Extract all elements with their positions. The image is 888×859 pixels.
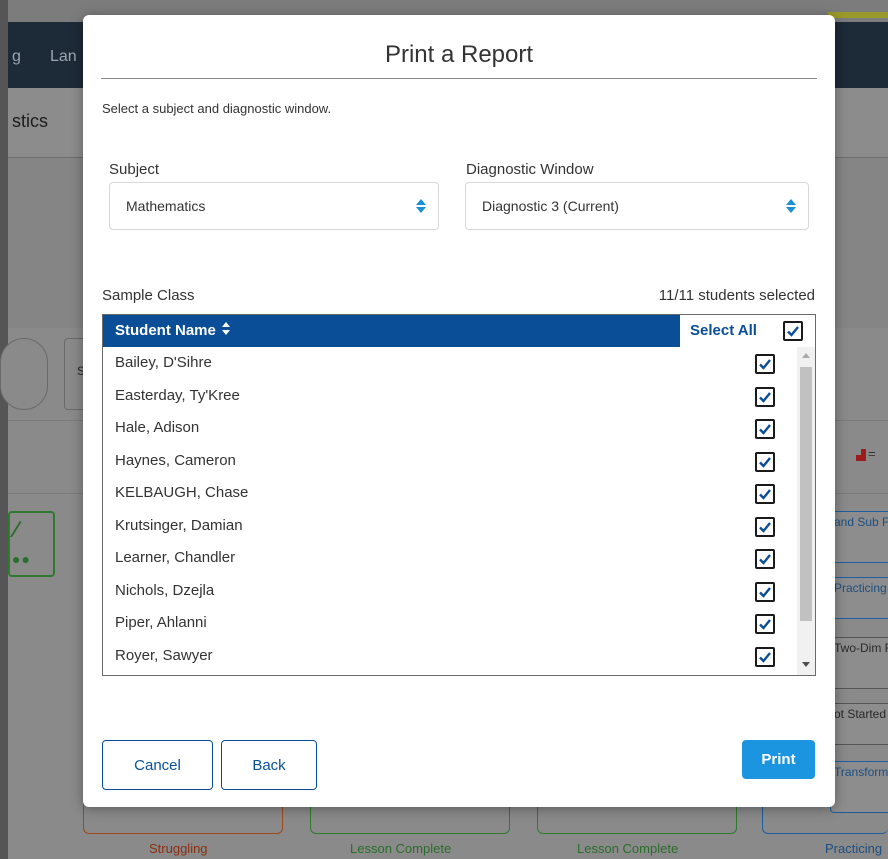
dialog-instructions: Select a subject and diagnostic window. [102,101,332,116]
checkmark-icon [759,359,771,370]
student-name-header-label: Student Name [115,322,216,339]
background-section-title: stics [12,111,48,131]
legend-equals: = [868,446,876,461]
student-row[interactable]: Haynes, Cameron [103,445,815,478]
subject-select-value: Mathematics [126,198,206,214]
student-name: Piper, Ahlanni [115,614,207,631]
student-name: Royer, Sawyer [115,646,213,664]
student-checkbox[interactable] [755,646,775,667]
student-checkbox[interactable] [755,581,775,602]
title-divider [101,78,817,79]
scroll-up-icon[interactable] [802,353,810,358]
student-checkbox[interactable] [755,516,775,537]
background-card: and Sub Facts [830,511,888,563]
student-row[interactable]: Royer, Sawyer [103,640,815,673]
background-search-pill [0,338,48,410]
background-status-label: Lesson Complete [350,841,452,856]
student-checkbox[interactable] [755,549,775,569]
select-all-label: Select All [690,322,757,339]
student-table-header: Student Name Select All [103,315,815,347]
student-checkbox[interactable] [755,354,775,374]
background-nav-item: g [12,48,21,65]
student-row[interactable]: Piper, Ahlanni [103,607,815,640]
student-name: Haynes, Cameron [115,451,236,469]
student-name: Krutsinger, Damian [115,516,243,534]
student-row[interactable]: Hale, Adison [103,412,815,445]
background-status-label: Struggling [149,841,208,856]
student-row[interactable]: KELBAUGH, Chase [103,477,815,510]
background-left-edge [0,0,8,859]
background-accent-strip [828,12,888,18]
student-checkbox[interactable] [755,386,775,407]
background-card-dots: ●● [12,551,31,567]
select-arrows-icon [416,197,426,215]
student-row[interactable]: Learner, Chandler [103,542,815,575]
print-button[interactable]: Print [742,740,815,779]
student-checkbox[interactable] [755,419,775,439]
sort-icon[interactable] [221,322,231,336]
checkmark-icon [759,391,771,403]
checkmark-icon [759,554,771,565]
select-all-checkbox[interactable] [783,321,803,341]
student-row[interactable]: Easterday, Ty'Kree [103,380,815,413]
subject-select[interactable]: Mathematics [109,182,439,230]
student-table: Student Name Select All Bailey, D'Sihre E… [102,314,816,676]
student-name: Nichols, Dzejla [115,581,215,599]
legend-icon [856,449,866,461]
background-card-icon: ⁄ [14,517,18,542]
checkmark-icon [759,586,771,598]
student-row[interactable]: Nichols, Dzejla [103,575,815,608]
cancel-button[interactable]: Cancel [102,740,213,790]
background-card: ot Started [830,703,888,745]
diagnostic-window-select-value: Diagnostic 3 (Current) [482,198,619,214]
student-checkbox[interactable] [755,484,775,504]
select-arrows-icon [786,197,796,215]
student-list-scrollbar[interactable] [797,347,815,675]
checkmark-icon [759,619,771,630]
background-nav-item: Lan [50,48,77,65]
subject-label: Subject [109,161,160,178]
selected-count: 11/11 students selected [658,287,815,304]
diagnostic-window-select[interactable]: Diagnostic 3 (Current) [465,182,809,230]
student-name: Learner, Chandler [115,549,236,566]
student-checkbox[interactable] [755,451,775,472]
student-list: Bailey, D'Sihre Easterday, Ty'Kree Hale, A… [103,347,815,675]
checkmark-icon [759,489,771,500]
checkmark-icon [759,521,771,533]
background-status-label: Practicing [825,841,883,856]
checkmark-icon [759,456,771,468]
student-row[interactable]: Krutsinger, Damian [103,510,815,543]
background-card: Two-Dim Figures [830,637,888,689]
scroll-down-icon[interactable] [802,662,810,667]
diagnostic-window-label: Diagnostic Window [466,161,594,178]
checkmark-icon [759,424,771,435]
select-all-control[interactable]: Select All [679,315,815,347]
student-name: Easterday, Ty'Kree [115,386,240,404]
scrollbar-thumb[interactable] [800,367,812,621]
student-row[interactable]: Bailey, D'Sihre [103,347,815,380]
student-name: KELBAUGH, Chase [115,484,249,501]
background-card: Practicing [830,577,888,619]
student-name-column-header[interactable]: Student Name [115,322,231,339]
print-report-dialog: Print a Report Select a subject and diag… [83,15,835,807]
dialog-title: Print a Report [384,41,534,68]
back-button[interactable]: Back [221,740,317,790]
checkmark-icon [759,651,771,663]
background-green-card: ⁄ ●● [8,511,55,577]
student-name: Bailey, D'Sihre [115,354,212,371]
background-status-label: Lesson Complete [577,841,679,856]
student-name: Hale, Adison [115,419,200,436]
class-name: Sample Class [102,287,195,304]
student-checkbox[interactable] [755,614,775,634]
